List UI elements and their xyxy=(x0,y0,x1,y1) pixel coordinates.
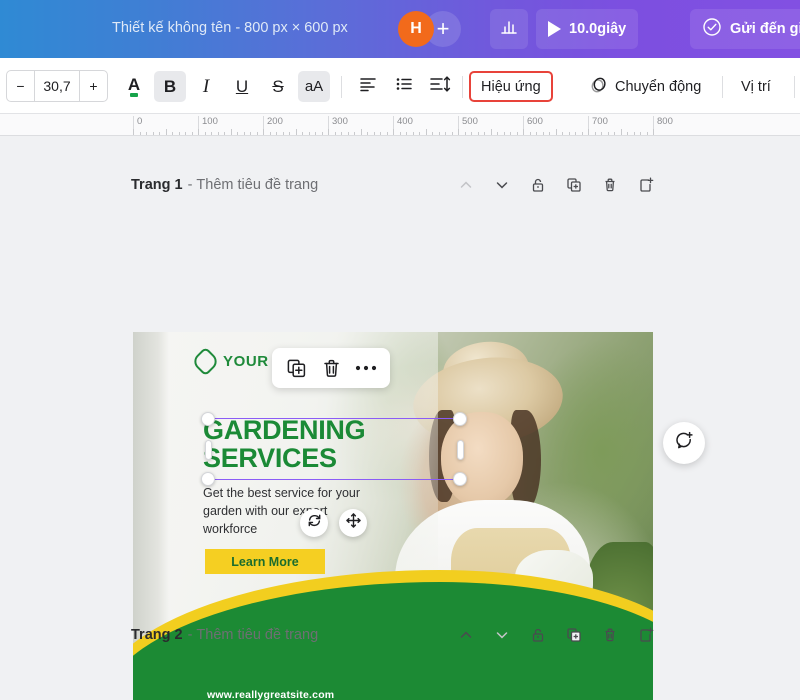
trash-icon[interactable] xyxy=(316,353,346,383)
move-handle-button[interactable] xyxy=(339,509,367,537)
top-bar: Thiết kế không tên - 800 px × 600 px H +… xyxy=(0,0,800,58)
lock-icon[interactable] xyxy=(529,626,547,644)
underline-button[interactable]: U xyxy=(226,71,258,102)
document-title[interactable]: Thiết kế không tên - 800 px × 600 px xyxy=(112,20,348,36)
toolbar-divider xyxy=(341,76,342,98)
underline-label: U xyxy=(236,77,248,97)
duplicate-icon[interactable] xyxy=(281,353,311,383)
trash-icon[interactable] xyxy=(601,626,619,644)
rotate-icon xyxy=(306,512,323,534)
avatar[interactable]: H xyxy=(398,11,434,47)
animate-label: Chuyển động xyxy=(615,79,701,95)
check-circle-icon xyxy=(702,17,722,41)
add-comment-button[interactable] xyxy=(663,422,705,464)
add-page-icon[interactable] xyxy=(637,176,655,194)
bar-chart-icon xyxy=(500,18,518,40)
page-2-title-input[interactable]: Thêm tiêu đề trang xyxy=(196,627,318,643)
move-icon xyxy=(345,512,362,534)
page-1-title-input[interactable]: Thêm tiêu đề trang xyxy=(196,177,318,193)
text-toolbar: − 30,7 + A B I U S aA xyxy=(0,58,800,114)
add-page-icon[interactable] xyxy=(637,626,655,644)
toolbar-divider-3 xyxy=(722,76,723,98)
bold-label: B xyxy=(164,77,176,97)
strikethrough-button[interactable]: S xyxy=(262,71,294,102)
resize-handle-left[interactable] xyxy=(205,440,212,460)
bullet-list-icon xyxy=(394,75,414,98)
add-comment-icon xyxy=(673,430,695,457)
text-color-button[interactable]: A xyxy=(118,71,150,102)
font-size-decrease-button[interactable]: − xyxy=(7,71,35,101)
resize-handle-top-right[interactable] xyxy=(453,412,467,426)
bullet-list-button[interactable] xyxy=(388,71,420,102)
bold-button[interactable]: B xyxy=(154,71,186,102)
font-size-increase-button[interactable]: + xyxy=(79,71,107,101)
diamond-leaf-icon xyxy=(191,347,221,377)
design-cta-button[interactable]: Learn More xyxy=(205,549,325,574)
play-icon xyxy=(548,21,561,37)
italic-button[interactable]: I xyxy=(190,71,222,102)
letter-case-label: aA xyxy=(305,78,323,95)
element-floating-toolbar xyxy=(272,348,390,388)
align-left-icon xyxy=(358,75,378,98)
duplicate-icon[interactable] xyxy=(565,176,583,194)
insights-button[interactable] xyxy=(490,9,528,49)
effects-label: Hiệu ứng xyxy=(481,79,541,95)
resize-handle-bottom-right[interactable] xyxy=(453,472,467,486)
chevron-up-icon[interactable] xyxy=(457,176,475,194)
line-spacing-icon xyxy=(429,75,451,98)
lock-icon[interactable] xyxy=(529,176,547,194)
page-1-header: Trang 1 - Thêm tiêu đề trang xyxy=(131,170,655,200)
page-1-separator: - xyxy=(188,177,193,193)
resize-handle-top-left[interactable] xyxy=(201,412,215,426)
rotate-handle-button[interactable] xyxy=(300,509,328,537)
toolbar-divider-2 xyxy=(462,76,463,98)
horizontal-ruler: 0 100 200 300 400 500 600 700 800 xyxy=(0,114,800,136)
trash-icon[interactable] xyxy=(601,176,619,194)
font-size-value[interactable]: 30,7 xyxy=(35,71,79,101)
resize-handle-right[interactable] xyxy=(457,440,464,460)
chevron-down-icon[interactable] xyxy=(493,626,511,644)
chevron-down-icon[interactable] xyxy=(493,176,511,194)
text-align-button[interactable] xyxy=(352,71,384,102)
animate-button[interactable]: Chuyển động xyxy=(580,71,711,102)
text-color-label: A xyxy=(128,76,140,97)
page-1-number: Trang 1 xyxy=(131,177,183,193)
collaborators: H + xyxy=(398,11,461,47)
effects-button[interactable]: Hiệu ứng xyxy=(469,71,553,102)
toolbar-divider-4 xyxy=(794,76,795,98)
ruler-ticks xyxy=(133,128,663,135)
chevron-up-icon[interactable] xyxy=(457,626,475,644)
submit-to-teacher-button[interactable]: Gửi đến giáo xyxy=(690,9,800,49)
position-button[interactable]: Vị trí xyxy=(731,71,781,102)
letter-case-button[interactable]: aA xyxy=(298,71,330,102)
page-1-actions xyxy=(457,176,655,194)
design-website[interactable]: www.reallygreatsite.com xyxy=(207,689,334,700)
brand-logo: YOUR xyxy=(195,351,269,372)
brand-logo-text: YOUR xyxy=(223,353,269,370)
page-2-separator: - xyxy=(188,627,193,643)
canvas-scroll-area[interactable]: Trang 1 - Thêm tiêu đề trang xyxy=(0,136,800,700)
page-2-number: Trang 2 xyxy=(131,627,183,643)
page-2-actions xyxy=(457,626,655,644)
font-size-stepper[interactable]: − 30,7 + xyxy=(6,70,108,102)
page-2-header: Trang 2 - Thêm tiêu đề trang xyxy=(131,620,655,650)
present-button[interactable]: 10.0giây xyxy=(536,9,638,49)
submit-label: Gửi đến giáo xyxy=(730,21,800,37)
line-spacing-button[interactable] xyxy=(424,71,456,102)
more-dots-icon[interactable] xyxy=(351,353,381,383)
animate-circle-icon xyxy=(590,76,608,98)
design-subcopy[interactable]: Get the best service for your garden wit… xyxy=(203,484,363,538)
position-label: Vị trí xyxy=(741,79,771,95)
italic-label: I xyxy=(203,76,209,98)
duration-label: 10.0giây xyxy=(569,21,626,37)
selection-bounding-box[interactable] xyxy=(208,418,460,480)
duplicate-icon[interactable] xyxy=(565,626,583,644)
resize-handle-bottom-left[interactable] xyxy=(201,472,215,486)
strikethrough-label: S xyxy=(272,77,283,97)
